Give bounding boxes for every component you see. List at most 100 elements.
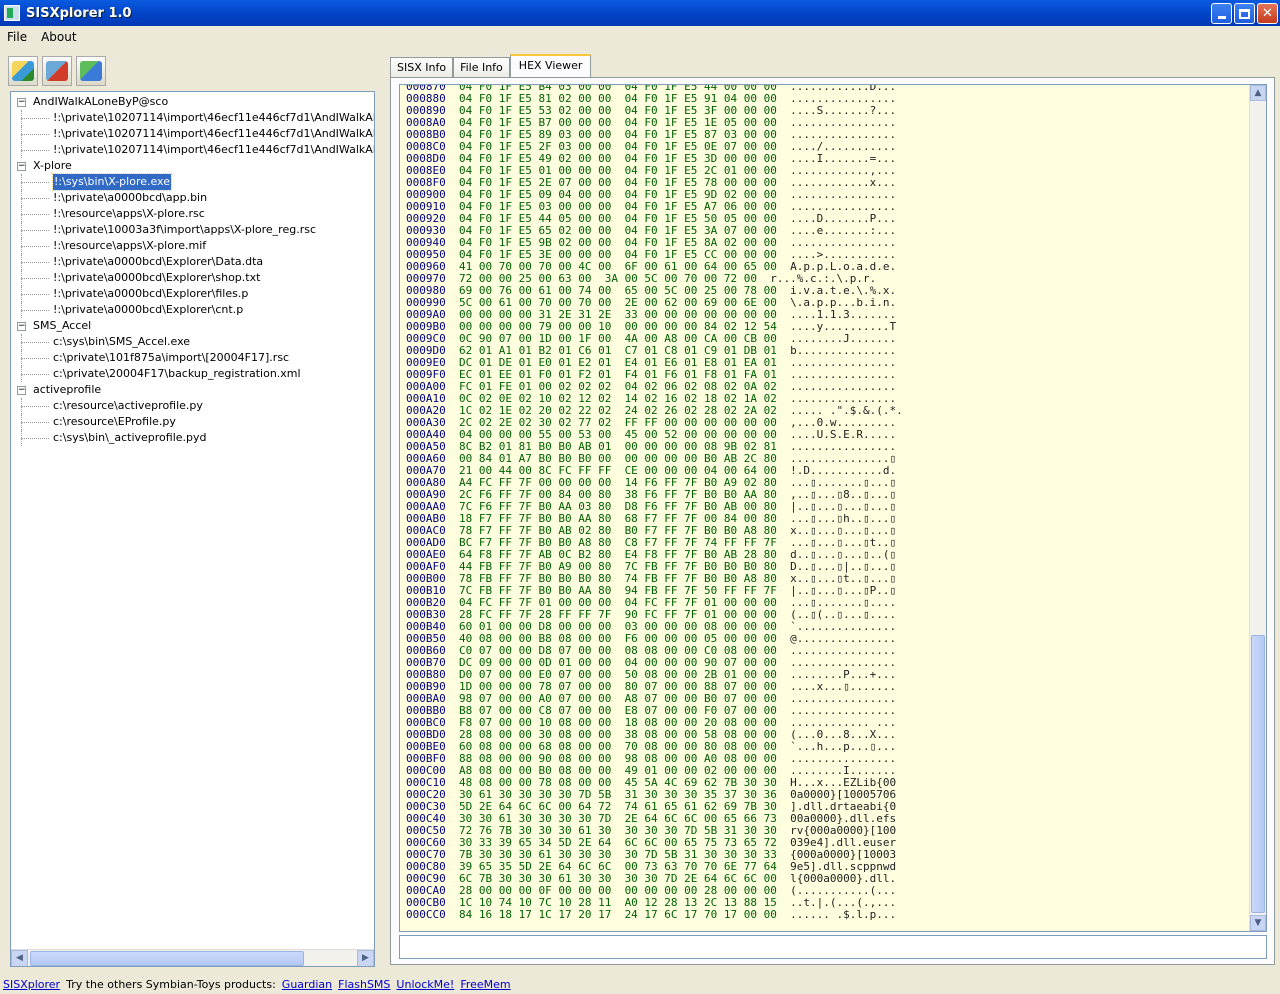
- tab-hex-viewer[interactable]: HEX Viewer: [509, 54, 592, 77]
- close-button[interactable]: ✕: [1257, 3, 1278, 24]
- tree-item[interactable]: !:\sys\bin\X-plore.exe: [11, 173, 374, 191]
- tree-line: [21, 294, 49, 295]
- tree-line: [21, 406, 49, 407]
- open-sisx-button[interactable]: [8, 56, 38, 86]
- tree-item[interactable]: !:\private\a0000bcd\app.bin: [11, 190, 374, 206]
- tree-item-label: c:\sys\bin\_activeprofile.pyd: [53, 431, 207, 444]
- tree-item[interactable]: !:\private\a0000bcd\Explorer\Data.dta: [11, 254, 374, 270]
- tree-item-label: c:\private\20004F17\backup_registration.…: [53, 367, 301, 380]
- scroll-left-icon[interactable]: ◀: [11, 950, 28, 966]
- link-freemem[interactable]: FreeMem: [460, 978, 510, 991]
- status-bar: SISXplorer Try the others Symbian-Toys p…: [0, 974, 1280, 994]
- tree-group-label: AndIWalkALoneByP@sco: [33, 95, 169, 108]
- tree-group-label: activeprofile: [33, 383, 102, 396]
- tree-item[interactable]: !:\private\10207114\import\46ecf11e446cf…: [11, 126, 374, 142]
- tab-file-info[interactable]: File Info: [453, 57, 510, 77]
- app-icon: [4, 5, 20, 21]
- tree-line: [21, 278, 49, 279]
- tree-group[interactable]: − AndIWalkALoneByP@sco: [11, 94, 374, 110]
- tree-item[interactable]: !:\private\a0000bcd\Explorer\cnt.p: [11, 302, 374, 318]
- extract-button[interactable]: [76, 56, 106, 86]
- scroll-right-icon[interactable]: ▶: [357, 950, 374, 966]
- tree-line: [21, 422, 49, 423]
- menu-about[interactable]: About: [34, 30, 83, 44]
- scroll-thumb[interactable]: [1251, 635, 1265, 913]
- tree-group-label: SMS_Accel: [33, 319, 92, 332]
- tree-item[interactable]: c:\private\20004F17\backup_registration.…: [11, 366, 374, 382]
- tree-item[interactable]: c:\private\101f875a\import\[20004F17].rs…: [11, 350, 374, 366]
- scroll-up-icon[interactable]: ▲: [1250, 85, 1266, 101]
- tree-line: [21, 150, 49, 151]
- link-sisxplorer[interactable]: SISXplorer: [3, 978, 60, 991]
- tree-item[interactable]: c:\sys\bin\_activeprofile.pyd: [11, 430, 374, 446]
- link-unlockme[interactable]: UnlockMe!: [396, 978, 454, 991]
- menu-file[interactable]: File: [0, 30, 34, 44]
- hex-offset: 000CC0: [406, 908, 446, 921]
- tree-group[interactable]: − activeprofile: [11, 382, 374, 398]
- tree-item-label: !:\private\10207114\import\46ecf11e446cf…: [53, 111, 374, 124]
- maximize-button[interactable]: [1234, 3, 1255, 24]
- tree-item[interactable]: !:\private\a0000bcd\Explorer\files.p: [11, 286, 374, 302]
- link-flashsms[interactable]: FlashSMS: [338, 978, 390, 991]
- tree-line: [21, 374, 49, 375]
- tree-item[interactable]: !:\private\10207114\import\46ecf11e446cf…: [11, 110, 374, 126]
- tree-group[interactable]: − SMS_Accel: [11, 318, 374, 334]
- status-text: Try the others Symbian-Toys products:: [66, 977, 276, 991]
- extract-icon: [80, 61, 102, 81]
- scroll-down-icon[interactable]: ▼: [1250, 915, 1266, 931]
- right-panel: SISX Info File Info HEX Viewer 000870 04…: [385, 50, 1280, 970]
- title-bar: SISXplorer 1.0 ✕: [0, 0, 1280, 26]
- tree-group-label: X-plore: [33, 159, 72, 172]
- collapse-icon[interactable]: −: [17, 322, 26, 331]
- tree-item-label: c:\resource\activeprofile.py: [53, 399, 203, 412]
- tree-item-label: !:\private\a0000bcd\Explorer\files.p: [53, 287, 249, 300]
- remove-icon: [46, 61, 68, 81]
- minimize-button[interactable]: [1211, 3, 1232, 24]
- window-title: SISXplorer 1.0: [26, 5, 132, 21]
- tree-item[interactable]: c:\resource\EProfile.py: [11, 414, 374, 430]
- open-sisx-icon: [12, 61, 34, 81]
- collapse-icon[interactable]: −: [17, 98, 26, 107]
- link-guardian[interactable]: Guardian: [282, 978, 332, 991]
- left-panel: − AndIWalkALoneByP@sco !:\private\10207114…: [0, 50, 381, 970]
- tree-item[interactable]: !:\resource\apps\X-plore.rsc: [11, 206, 374, 222]
- tree-horizontal-scrollbar[interactable]: ◀ ▶: [11, 949, 374, 966]
- hex-input-field[interactable]: [399, 935, 1267, 959]
- tree-line: [21, 342, 49, 343]
- tab-sisx-info[interactable]: SISX Info: [390, 57, 454, 77]
- tree-item[interactable]: c:\resource\activeprofile.py: [11, 398, 374, 414]
- menu-bar: File About: [0, 26, 1280, 48]
- tree-item[interactable]: !:\private\a0000bcd\Explorer\shop.txt: [11, 270, 374, 286]
- hex-view[interactable]: 000870 04 F0 1F E5 B4 03 00 00 04 F0 1F …: [399, 84, 1267, 932]
- tree-line: [21, 230, 49, 231]
- close-icon: ✕: [1262, 6, 1273, 21]
- tree-item-label: !:\resource\apps\X-plore.rsc: [53, 207, 205, 220]
- tree-line: [21, 134, 49, 135]
- tree-line: [21, 198, 49, 199]
- toolbar: [8, 56, 106, 88]
- scroll-thumb[interactable]: [30, 951, 304, 966]
- tree-item[interactable]: !:\resource\apps\X-plore.mif: [11, 238, 374, 254]
- tree-item-label: !:\sys\bin\X-plore.exe: [52, 173, 172, 191]
- tree-group[interactable]: − X-plore: [11, 158, 374, 174]
- hex-bytes: 84 16 18 17 1C 17 20 17 24 17 6C 17 70 1…: [459, 908, 777, 921]
- hex-viewer-page: 000870 04 F0 1F E5 B4 03 00 00 04 F0 1F …: [390, 77, 1275, 965]
- tree-line: [21, 310, 49, 311]
- hex-gap: [446, 908, 459, 921]
- tree-line: [21, 262, 49, 263]
- tree-item-label: c:\private\101f875a\import\[20004F17].rs…: [53, 351, 290, 364]
- tree-item-label: !:\private\a0000bcd\Explorer\cnt.p: [53, 303, 244, 316]
- collapse-icon[interactable]: −: [17, 162, 26, 171]
- tree-item-label: !:\private\a0000bcd\app.bin: [53, 191, 208, 204]
- tree-item[interactable]: c:\sys\bin\SMS_Accel.exe: [11, 334, 374, 350]
- tree-item-label: !:\private\10003a3f\import\apps\X-plore_…: [53, 223, 317, 236]
- tree-item[interactable]: !:\private\10003a3f\import\apps\X-plore_…: [11, 222, 374, 238]
- hex-gap: [777, 908, 790, 921]
- remove-button[interactable]: [42, 56, 72, 86]
- tree-item[interactable]: !:\private\10207114\import\46ecf11e446cf…: [11, 142, 374, 158]
- package-tree[interactable]: − AndIWalkALoneByP@sco !:\private\10207114…: [10, 91, 375, 967]
- tree-item-label: !:\private\a0000bcd\Explorer\shop.txt: [53, 271, 261, 284]
- hex-vertical-scrollbar[interactable]: ▲ ▼: [1249, 85, 1266, 931]
- hex-ascii: ...... .$.l.p...: [790, 908, 897, 921]
- collapse-icon[interactable]: −: [17, 386, 26, 395]
